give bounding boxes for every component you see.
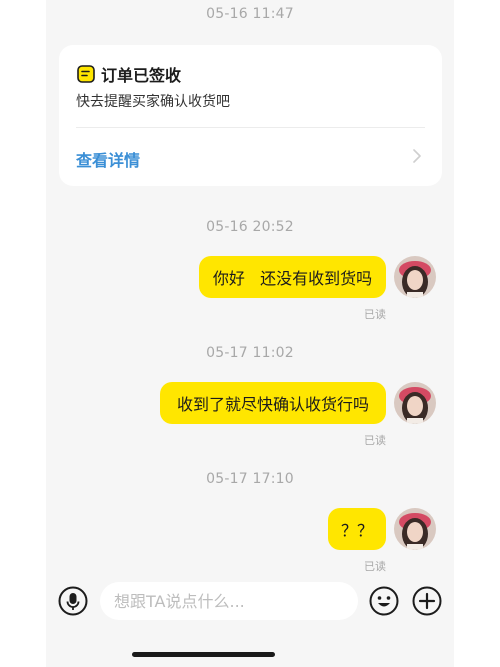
message-input-wrapper	[100, 582, 358, 620]
avatar[interactable]	[394, 256, 436, 298]
message-input[interactable]	[100, 582, 344, 620]
view-details-link[interactable]: 查看详情	[76, 147, 140, 171]
home-indicator[interactable]	[132, 652, 275, 657]
timestamp: 05-16 11:47	[206, 6, 294, 22]
message-bubble[interactable]: 收到了就尽快确认收货行吗	[160, 382, 386, 424]
plus-icon[interactable]	[412, 586, 442, 616]
card-divider	[76, 127, 425, 128]
order-card[interactable]: 订单已签收 快去提醒买家确认收货吧 查看详情	[59, 45, 442, 186]
card-title: 订单已签收	[101, 66, 182, 85]
read-receipt: 已读	[364, 560, 386, 573]
microphone-icon[interactable]	[58, 586, 88, 616]
chat-screen: 05-16 11:47 订单已签收 快去提醒买家确认收货吧 查看详情 05-16…	[46, 0, 454, 667]
timestamp: 05-17 11:02	[206, 345, 294, 361]
timestamp: 05-17 17:10	[206, 471, 294, 487]
timestamp: 05-16 20:52	[206, 219, 294, 235]
avatar[interactable]	[394, 382, 436, 424]
read-receipt: 已读	[364, 434, 386, 447]
message-bubble[interactable]: 你好 还没有收到货吗	[199, 256, 386, 298]
chevron-right-icon[interactable]	[412, 149, 422, 163]
order-receipt-icon	[77, 65, 95, 83]
message-bubble[interactable]: ？？	[328, 508, 386, 550]
card-subtitle: 快去提醒买家确认收货吧	[76, 94, 230, 110]
emoji-icon[interactable]	[369, 586, 399, 616]
read-receipt: 已读	[364, 308, 386, 321]
avatar[interactable]	[394, 508, 436, 550]
